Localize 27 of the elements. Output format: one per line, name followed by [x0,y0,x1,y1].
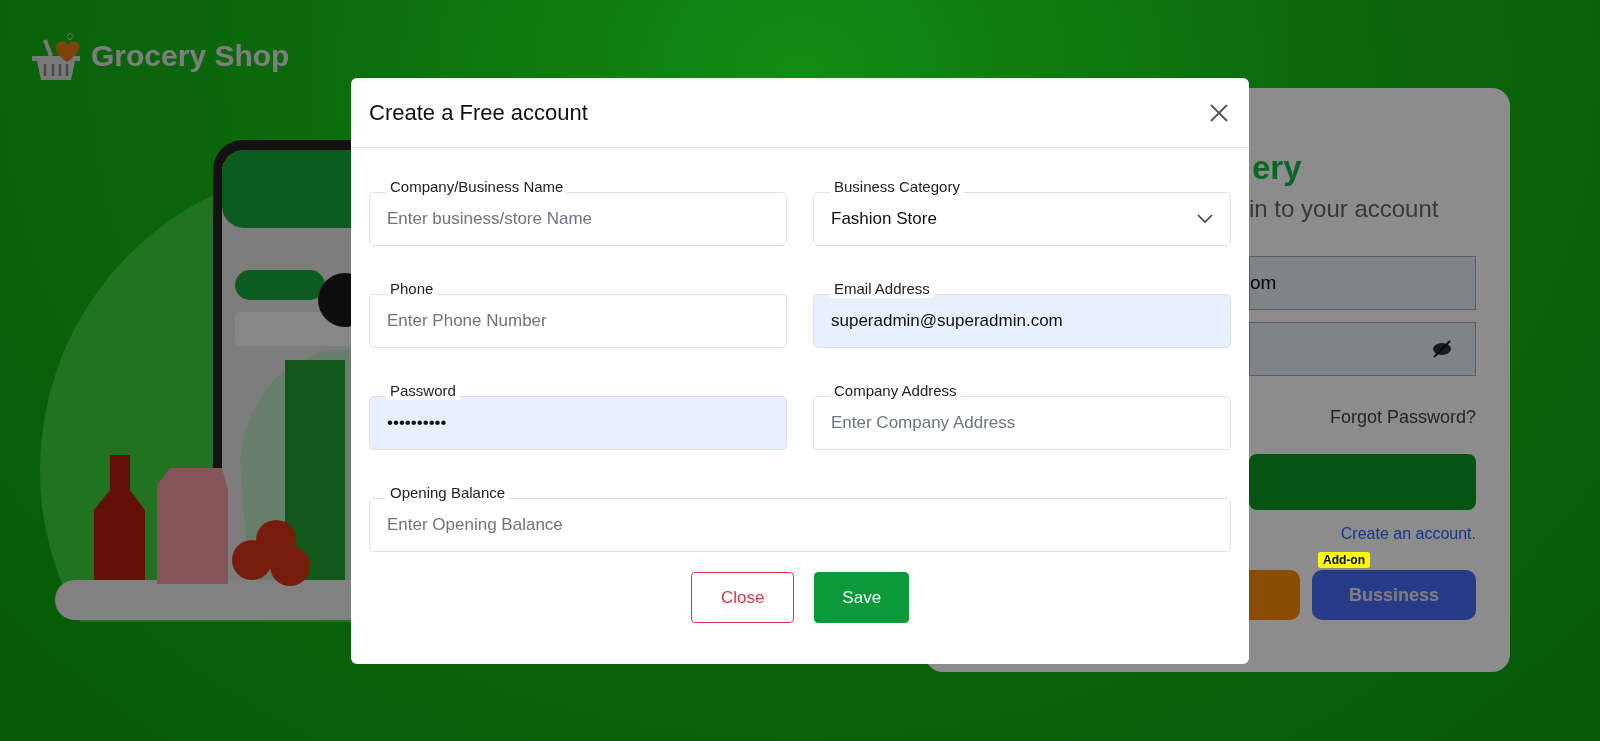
business-button[interactable]: Bussiness [1312,570,1476,620]
forgot-password-link[interactable]: Forgot Password? [1329,406,1476,428]
field-label: Phone [386,280,438,298]
close-button[interactable]: Close [690,572,795,623]
create-account-link[interactable]: Create an account. [1340,524,1476,544]
text-field[interactable]: •••••••••• [369,396,787,450]
chevron-down-icon [1197,214,1213,224]
text-field[interactable]: superadmin@superadmin.com [813,294,1231,348]
dialog-title: Create a Free account [369,99,588,126]
password-field[interactable] [1249,322,1476,376]
email-field[interactable]: om [1249,256,1476,310]
add-on-badge: Add-on [1318,552,1370,568]
login-subtitle: in to your account [1249,194,1440,224]
basket-icon [29,30,83,82]
field-label: Opening Balance [386,484,510,502]
field-label: Business Category [830,178,964,196]
login-heading: ery [1252,148,1303,188]
eye-slash-icon[interactable] [1431,339,1453,359]
field-label: Email Address [830,280,934,298]
field-label: Password [386,382,460,400]
text-field[interactable]: Enter Phone Number [369,294,787,348]
login-button[interactable] [1249,454,1476,510]
field-label: Company Address [830,382,961,400]
save-button[interactable]: Save [814,572,910,623]
plan-button[interactable] [1249,570,1300,620]
field-label: Company/Business Name [386,178,568,196]
brand-name: Grocery Shop [91,39,290,73]
